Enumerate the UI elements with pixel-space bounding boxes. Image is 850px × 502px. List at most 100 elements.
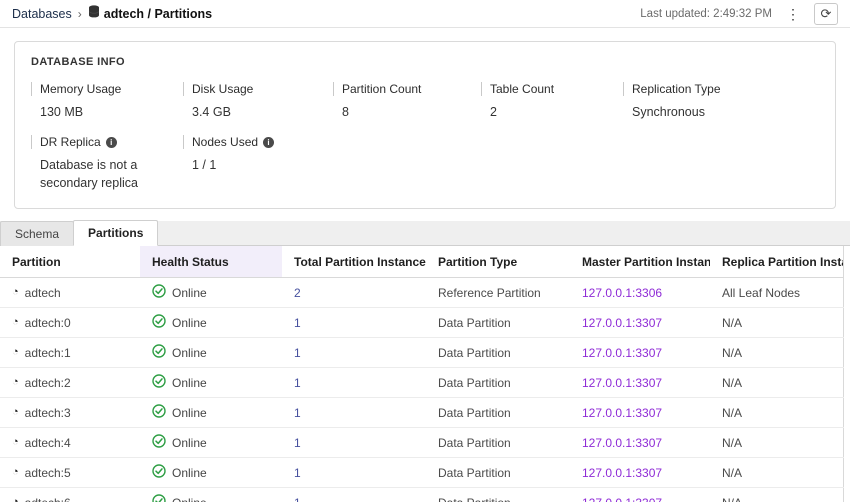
breadcrumb-current-page: adtech / Partitions: [104, 7, 212, 21]
partition-name: adtech:6: [25, 496, 71, 502]
health-check-icon: [152, 494, 166, 502]
info-icon[interactable]: i: [263, 137, 274, 148]
col-header-total-instances[interactable]: Total Partition Instances: [282, 246, 426, 278]
partition-icon: ◔: [12, 407, 19, 418]
col-header-partition-type[interactable]: Partition Type: [426, 246, 570, 278]
master-instance-link[interactable]: 127.0.0.1:3307: [582, 376, 662, 390]
table-row: ◔ adtech:5 Online 1 Data Partition 127.0…: [0, 458, 844, 488]
total-instances-link[interactable]: 1: [294, 436, 301, 450]
health-status-text: Online: [172, 466, 207, 480]
health-status-text: Online: [172, 406, 207, 420]
health-check-icon: [152, 464, 166, 481]
tab-schema[interactable]: Schema: [0, 221, 74, 246]
stat-label: Replication Type: [623, 82, 819, 96]
master-instance-link[interactable]: 127.0.0.1:3306: [582, 286, 662, 300]
breadcrumb-databases-link[interactable]: Databases: [12, 7, 72, 21]
table-row: ◔ adtech:3 Online 1 Data Partition 127.0…: [0, 398, 844, 428]
health-check-icon: [152, 434, 166, 451]
total-instances-link[interactable]: 1: [294, 316, 301, 330]
stat-label: Disk Usage: [183, 82, 333, 96]
table-header-row: Partition Health Status Total Partition …: [0, 246, 844, 278]
partition-icon: ◔: [12, 467, 19, 478]
stat-value: Database is not a secondary replica: [31, 156, 181, 192]
table-row: ◔ adtech:6 Online 1 Data Partition 127.0…: [0, 488, 844, 502]
last-updated-text: Last updated: 2:49:32 PM: [640, 8, 772, 20]
replica-instance-text: N/A: [722, 466, 742, 480]
kebab-menu-icon[interactable]: ⋮: [782, 7, 804, 21]
table-row: ◔ adtech:4 Online 1 Data Partition 127.0…: [0, 428, 844, 458]
master-instance-link[interactable]: 127.0.0.1:3307: [582, 496, 662, 502]
col-header-master-instance[interactable]: Master Partition Instance ...: [570, 246, 710, 278]
master-instance-link[interactable]: 127.0.0.1:3307: [582, 406, 662, 420]
refresh-button[interactable]: ⟳: [814, 3, 838, 25]
total-instances-link[interactable]: 2: [294, 286, 301, 300]
database-icon: [88, 5, 100, 23]
stat-label: Nodes Used i: [183, 135, 333, 149]
top-bar: Databases › adtech / Partitions Last upd…: [0, 0, 850, 28]
replica-instance-text: N/A: [722, 406, 742, 420]
total-instances-link[interactable]: 1: [294, 346, 301, 360]
partition-icon: ◔: [12, 317, 19, 328]
stat-memory-usage: Memory Usage 130 MB: [31, 82, 183, 121]
partition-icon: ◔: [12, 377, 19, 388]
replica-instance-text: N/A: [722, 376, 742, 390]
stat-value: 2: [481, 103, 623, 121]
partition-name: adtech:3: [25, 406, 71, 420]
table-row: ◔ adtech:0 Online 1 Data Partition 127.0…: [0, 308, 844, 338]
stat-disk-usage: Disk Usage 3.4 GB: [183, 82, 333, 121]
stat-label: Partition Count: [333, 82, 481, 96]
table-row: ◔ adtech:2 Online 1 Data Partition 127.0…: [0, 368, 844, 398]
total-instances-link[interactable]: 1: [294, 406, 301, 420]
partition-name: adtech:1: [25, 346, 71, 360]
col-header-partition[interactable]: Partition: [0, 246, 140, 278]
refresh-icon: ⟳: [821, 6, 832, 22]
partition-name: adtech:4: [25, 436, 71, 450]
partition-type-text: Reference Partition: [438, 286, 541, 300]
info-icon[interactable]: i: [106, 137, 117, 148]
partition-name: adtech: [25, 286, 61, 300]
stat-dr-replica: DR Replica i Database is not a secondary…: [31, 135, 183, 192]
col-header-replica-instance[interactable]: Replica Partition Instance ...: [710, 246, 844, 278]
total-instances-link[interactable]: 1: [294, 496, 301, 502]
partition-icon: ◔: [12, 347, 19, 358]
stat-label-text: Nodes Used: [192, 135, 258, 149]
stat-replication-type: Replication Type Synchronous: [623, 82, 819, 121]
stats-row-1: Memory Usage 130 MB Disk Usage 3.4 GB Pa…: [31, 82, 819, 121]
col-header-health-status[interactable]: Health Status: [140, 246, 282, 278]
partition-name: adtech:5: [25, 466, 71, 480]
stat-value: 1 / 1: [183, 156, 333, 174]
health-status-text: Online: [172, 316, 207, 330]
health-status-text: Online: [172, 376, 207, 390]
replica-instance-text: All Leaf Nodes: [722, 286, 800, 300]
total-instances-link[interactable]: 1: [294, 466, 301, 480]
master-instance-link[interactable]: 127.0.0.1:3307: [582, 436, 662, 450]
partition-table-body: ◔ adtech Online 2 Reference Partition 12…: [0, 278, 844, 502]
replica-instance-text: N/A: [722, 436, 742, 450]
partition-type-text: Data Partition: [438, 466, 511, 480]
master-instance-link[interactable]: 127.0.0.1:3307: [582, 466, 662, 480]
stat-table-count: Table Count 2: [481, 82, 623, 121]
health-check-icon: [152, 284, 166, 301]
master-instance-link[interactable]: 127.0.0.1:3307: [582, 316, 662, 330]
health-check-icon: [152, 374, 166, 391]
tab-partitions[interactable]: Partitions: [73, 220, 158, 246]
partitions-table: Partition Health Status Total Partition …: [0, 246, 850, 502]
health-check-icon: [152, 404, 166, 421]
partition-name: adtech:0: [25, 316, 71, 330]
stat-partition-count: Partition Count 8: [333, 82, 481, 121]
database-info-card: DATABASE INFO Memory Usage 130 MB Disk U…: [14, 41, 836, 209]
partition-type-text: Data Partition: [438, 346, 511, 360]
stat-label-text: DR Replica: [40, 135, 101, 149]
tab-bar: Schema Partitions: [0, 221, 850, 246]
replica-instance-text: N/A: [722, 346, 742, 360]
partition-type-text: Data Partition: [438, 316, 511, 330]
partition-icon: ◔: [12, 287, 19, 298]
total-instances-link[interactable]: 1: [294, 376, 301, 390]
master-instance-link[interactable]: 127.0.0.1:3307: [582, 346, 662, 360]
replica-instance-text: N/A: [722, 316, 742, 330]
stat-label: Table Count: [481, 82, 623, 96]
stat-value: 130 MB: [31, 103, 181, 121]
replica-instance-text: N/A: [722, 496, 742, 502]
partition-type-text: Data Partition: [438, 436, 511, 450]
stat-label: DR Replica i: [31, 135, 183, 149]
